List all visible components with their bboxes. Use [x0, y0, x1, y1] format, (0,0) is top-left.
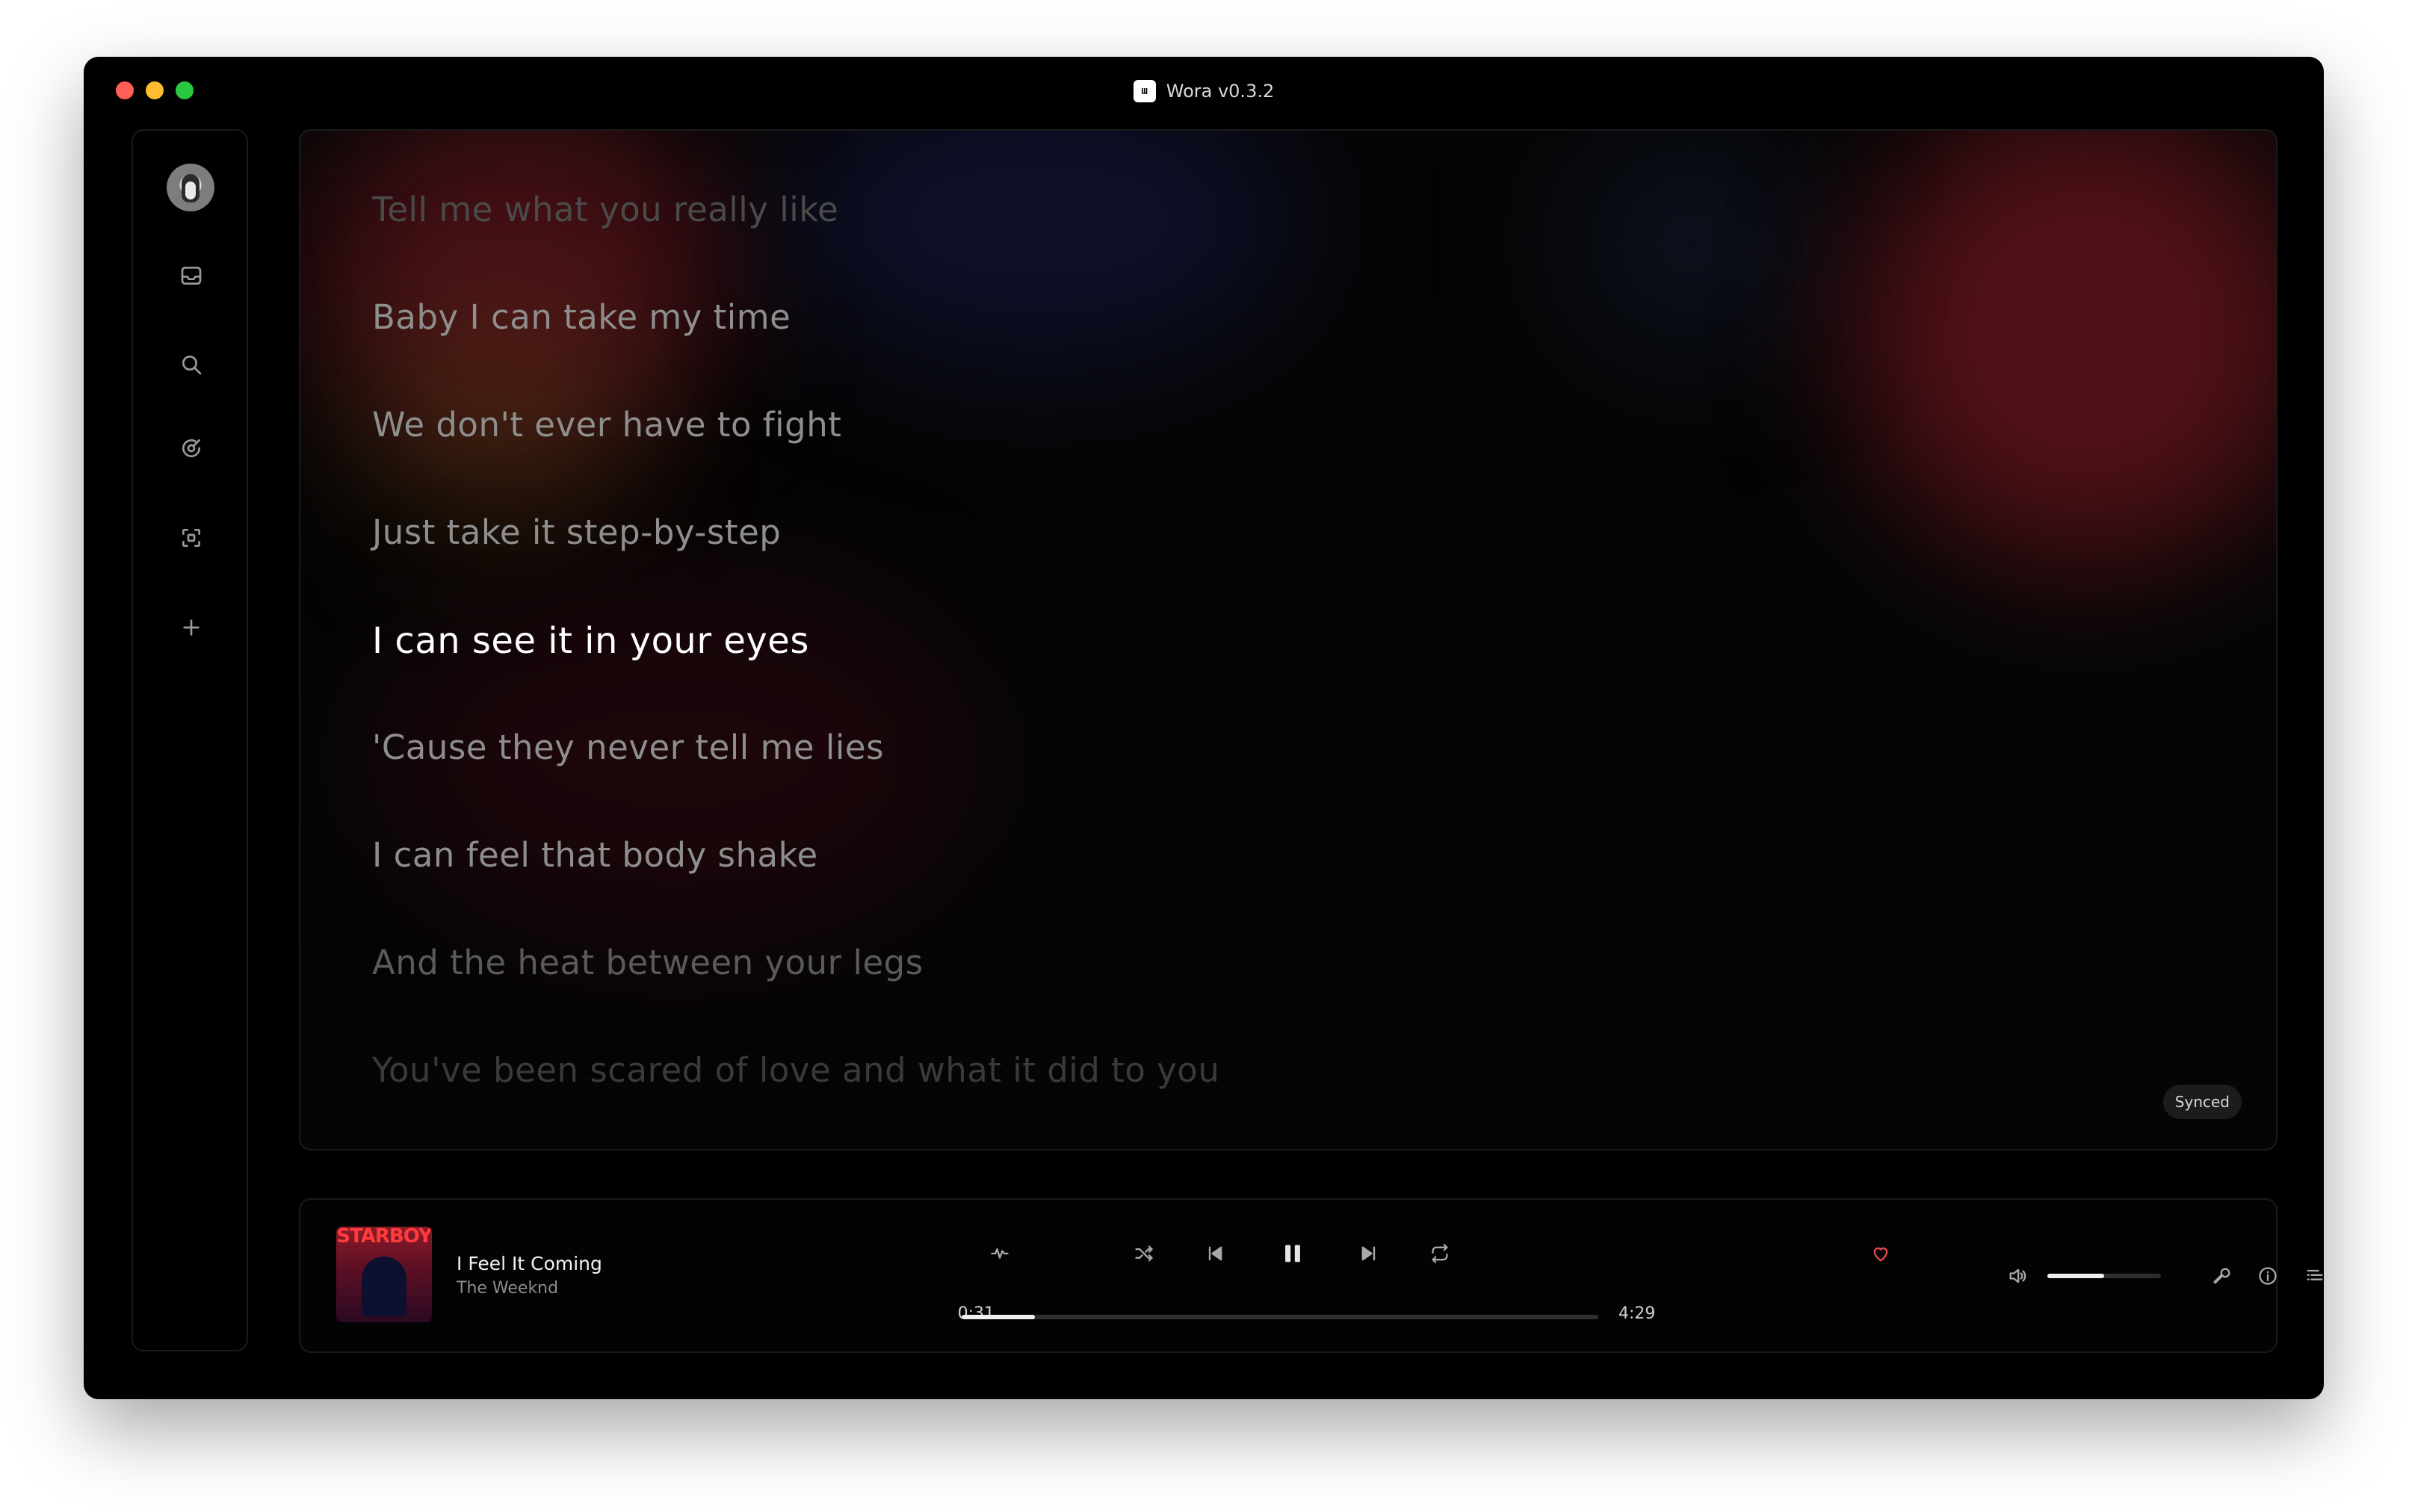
- album-art[interactable]: STARBOY: [336, 1227, 432, 1322]
- app-logo-icon: ɯ: [1133, 80, 1156, 102]
- album-art-figure: [362, 1257, 406, 1316]
- queue-icon[interactable]: [2298, 1260, 2324, 1292]
- lyric-line[interactable]: We don't ever have to fight: [372, 405, 841, 444]
- lyric-line[interactable]: I can feel that body shake: [372, 835, 818, 875]
- lyric-line[interactable]: Baby I can take my time: [372, 297, 791, 337]
- background-glow: [779, 131, 1302, 370]
- app-window: ɯ Wora v0.3.2 Tell me what you really li…: [84, 57, 2324, 1399]
- progress-bar-fill: [962, 1315, 1035, 1319]
- lyric-line[interactable]: And the heat between your legs: [372, 943, 924, 982]
- window-title: Wora v0.3.2: [1166, 81, 1275, 102]
- volume-icon[interactable]: [2001, 1260, 2034, 1292]
- sidebar: [132, 129, 248, 1351]
- lyric-line[interactable]: Tell me what you really like: [372, 190, 838, 229]
- elapsed-time: 0:31: [957, 1304, 995, 1323]
- album-art-label: STARBOY: [336, 1227, 432, 1248]
- radio-icon[interactable]: [169, 426, 214, 471]
- synced-badge: Synced: [2162, 1085, 2242, 1119]
- inbox-icon[interactable]: [169, 253, 214, 298]
- lyrics-wave-icon[interactable]: [983, 1237, 1016, 1270]
- track-title[interactable]: I Feel It Coming: [457, 1253, 602, 1274]
- pause-icon[interactable]: [1275, 1236, 1311, 1271]
- lyric-line-active[interactable]: I can see it in your eyes: [372, 620, 809, 662]
- title-bar: ɯ Wora v0.3.2: [84, 76, 2324, 106]
- repeat-icon[interactable]: [1423, 1237, 1456, 1270]
- previous-icon[interactable]: [1199, 1237, 1231, 1270]
- lyrics-panel: Tell me what you really like Baby I can …: [299, 129, 2277, 1150]
- volume-slider[interactable]: [2047, 1274, 2161, 1278]
- heart-icon[interactable]: [1864, 1237, 1897, 1270]
- avatar[interactable]: [167, 164, 214, 211]
- background-glow: [1855, 131, 2276, 564]
- total-duration: 4:29: [1618, 1304, 1656, 1323]
- progress-bar[interactable]: [962, 1315, 1598, 1319]
- lyric-line[interactable]: You've been scared of love and what it d…: [372, 1050, 1219, 1090]
- plus-icon[interactable]: [169, 605, 214, 650]
- shuffle-icon[interactable]: [1128, 1237, 1160, 1270]
- search-icon[interactable]: [169, 342, 214, 387]
- volume-slider-fill: [2047, 1274, 2104, 1278]
- scan-icon[interactable]: [169, 515, 214, 560]
- background-glow: [1571, 131, 1810, 355]
- lyric-line[interactable]: Just take it step-by-step: [372, 512, 781, 552]
- player-bar: STARBOY I Feel It Coming The Weeknd 0:31: [299, 1198, 2323, 1353]
- microphone-icon[interactable]: [2206, 1260, 2239, 1292]
- lyric-line[interactable]: 'Cause they never tell me lies: [372, 728, 884, 767]
- track-artist[interactable]: The Weeknd: [457, 1279, 558, 1298]
- next-icon[interactable]: [1352, 1237, 1385, 1270]
- info-icon[interactable]: [2251, 1260, 2284, 1292]
